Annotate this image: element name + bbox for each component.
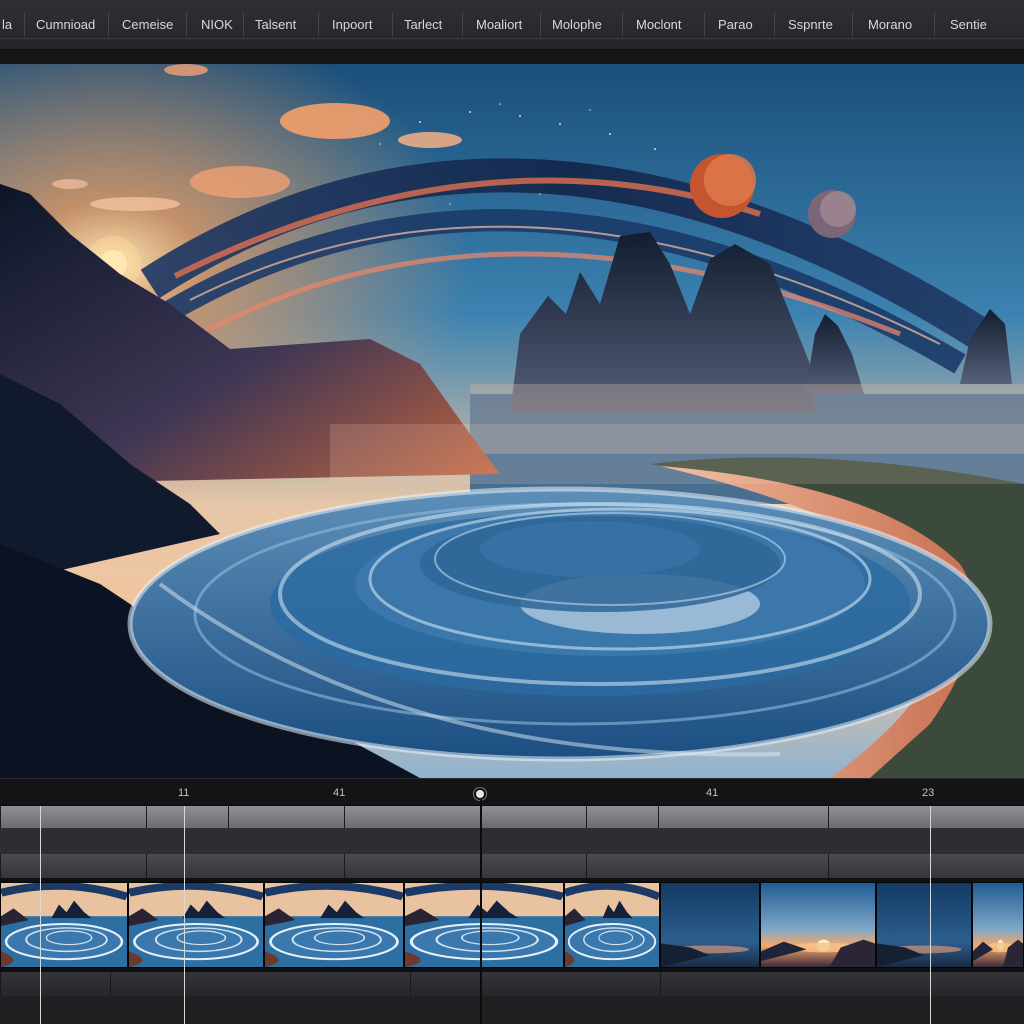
preview-image bbox=[0, 64, 1024, 778]
track-segment[interactable] bbox=[660, 972, 1024, 996]
track-segment[interactable] bbox=[110, 972, 410, 996]
marker-line[interactable] bbox=[184, 806, 185, 1024]
track-segment[interactable] bbox=[344, 806, 586, 828]
playhead-line[interactable] bbox=[480, 800, 482, 1024]
track-segment[interactable] bbox=[0, 854, 146, 878]
menu-separator bbox=[540, 12, 541, 36]
track-segment[interactable] bbox=[586, 806, 658, 828]
ruler-label: 41 bbox=[706, 787, 719, 799]
menu-molophe[interactable]: Molophe bbox=[552, 14, 602, 36]
track-row bbox=[0, 854, 1024, 878]
clip-thumbnail[interactable] bbox=[972, 882, 1024, 968]
playhead-handle[interactable] bbox=[474, 788, 486, 800]
clip-thumbnail[interactable] bbox=[876, 882, 972, 968]
menu-talsent[interactable]: Talsent bbox=[255, 14, 296, 36]
menu-separator bbox=[934, 12, 935, 36]
track-segment[interactable] bbox=[0, 806, 146, 828]
menu-inpoort[interactable]: Inpoort bbox=[332, 14, 372, 36]
menu-sspnrte[interactable]: Sspnrte bbox=[788, 14, 833, 36]
track-row bbox=[0, 828, 1024, 854]
track-segment[interactable] bbox=[146, 854, 344, 878]
menu-separator bbox=[186, 12, 187, 36]
timeline-ruler[interactable]: 11 41 41 23 bbox=[0, 778, 1024, 806]
track-row bbox=[0, 806, 1024, 828]
track-segment[interactable] bbox=[228, 806, 344, 828]
video-preview[interactable] bbox=[0, 64, 1024, 778]
menu-moclont[interactable]: Moclont bbox=[636, 14, 682, 36]
clip-thumbnail[interactable] bbox=[264, 882, 404, 968]
clip-thumbnail[interactable] bbox=[660, 882, 760, 968]
menu-separator bbox=[704, 12, 705, 36]
menu-separator bbox=[318, 12, 319, 36]
track-segment[interactable] bbox=[410, 972, 660, 996]
track-segment[interactable] bbox=[344, 854, 586, 878]
menu-cemeise[interactable]: Cemeise bbox=[122, 14, 173, 36]
track-segment[interactable] bbox=[828, 854, 1024, 878]
track-segment[interactable] bbox=[586, 854, 828, 878]
ruler-label: 23 bbox=[922, 787, 935, 799]
menu-separator bbox=[774, 12, 775, 36]
menu-separator bbox=[852, 12, 853, 36]
menu-bar-divider bbox=[0, 38, 1024, 39]
clip-thumbnail[interactable] bbox=[564, 882, 660, 968]
video-track bbox=[0, 878, 1024, 972]
menu-niok[interactable]: NIOK bbox=[201, 14, 233, 36]
track-segment[interactable] bbox=[146, 806, 228, 828]
menu-moaliort[interactable]: Moaliort bbox=[476, 14, 522, 36]
ruler-label: 11 bbox=[178, 787, 190, 799]
track-row bbox=[0, 996, 1024, 1024]
marker-line[interactable] bbox=[930, 806, 931, 1024]
menu-parao[interactable]: Parao bbox=[718, 14, 753, 36]
marker-line[interactable] bbox=[40, 806, 41, 1024]
ruler-label: 41 bbox=[333, 787, 346, 799]
menu-separator bbox=[462, 12, 463, 36]
clip-thumbnail[interactable] bbox=[0, 882, 128, 968]
menu-separator bbox=[392, 12, 393, 36]
clip-thumbnail[interactable] bbox=[404, 882, 564, 968]
menu-tarlect[interactable]: Tarlect bbox=[404, 14, 442, 36]
menu-separator bbox=[108, 12, 109, 36]
menu-la[interactable]: la bbox=[2, 14, 12, 36]
timeline-tracks bbox=[0, 806, 1024, 1024]
track-segment[interactable] bbox=[828, 806, 1024, 828]
viewer-top-border bbox=[0, 50, 1024, 64]
menu-separator bbox=[243, 12, 244, 36]
menu-separator bbox=[24, 12, 25, 36]
menu-morano[interactable]: Morano bbox=[868, 14, 912, 36]
menu-bar: la Cumnioad Cemeise NIOK Talsent Inpoort… bbox=[0, 0, 1024, 50]
clip-thumbnail[interactable] bbox=[128, 882, 264, 968]
menu-separator bbox=[622, 12, 623, 36]
track-segment[interactable] bbox=[658, 806, 828, 828]
menu-sentie[interactable]: Sentie bbox=[950, 14, 987, 36]
track-segment[interactable] bbox=[0, 972, 110, 996]
clip-thumbnail[interactable] bbox=[760, 882, 876, 968]
menu-cumnioad[interactable]: Cumnioad bbox=[36, 14, 95, 36]
track-row bbox=[0, 972, 1024, 996]
